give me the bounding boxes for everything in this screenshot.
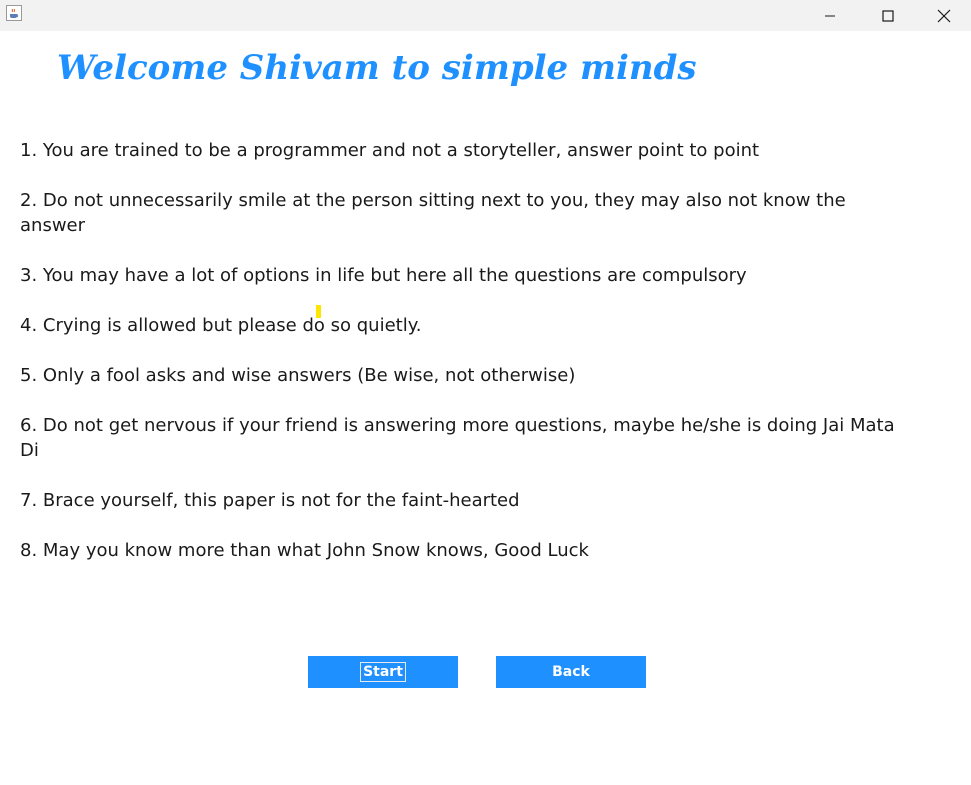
title-bar[interactable] xyxy=(0,0,971,31)
rule-item: 2. Do not unnecessarily smile at the per… xyxy=(20,190,846,236)
rule-item: 6. Do not get nervous if your friend is … xyxy=(20,415,895,461)
back-button[interactable]: Back xyxy=(496,656,646,688)
start-button[interactable]: Start xyxy=(308,656,458,688)
rule-item: 7. Brace yourself, this paper is not for… xyxy=(20,490,520,511)
rule-item: 5. Only a fool asks and wise answers (Be… xyxy=(20,365,576,386)
rules-list: 1. You are trained to be a programmer an… xyxy=(20,138,900,588)
close-button[interactable] xyxy=(917,0,971,31)
minimize-icon xyxy=(825,15,835,16)
maximize-button[interactable] xyxy=(859,0,917,31)
minimize-button[interactable] xyxy=(801,0,859,31)
start-button-label: Start xyxy=(360,662,406,682)
rule-item: 3. You may have a lot of options in life… xyxy=(20,265,747,286)
rule-item: 8. May you know more than what John Snow… xyxy=(20,540,589,561)
rule-item: 1. You are trained to be a programmer an… xyxy=(20,140,760,161)
back-button-label: Back xyxy=(552,664,590,680)
welcome-heading: Welcome Shivam to simple minds xyxy=(57,48,697,88)
java-coffee-icon xyxy=(6,5,22,21)
text-caret-highlight xyxy=(316,305,321,318)
close-icon xyxy=(937,9,951,22)
rule-item: 4. Crying is allowed but please do so qu… xyxy=(20,315,422,336)
app-window: Welcome Shivam to simple minds 1. You ar… xyxy=(0,0,971,785)
maximize-icon xyxy=(882,9,894,22)
